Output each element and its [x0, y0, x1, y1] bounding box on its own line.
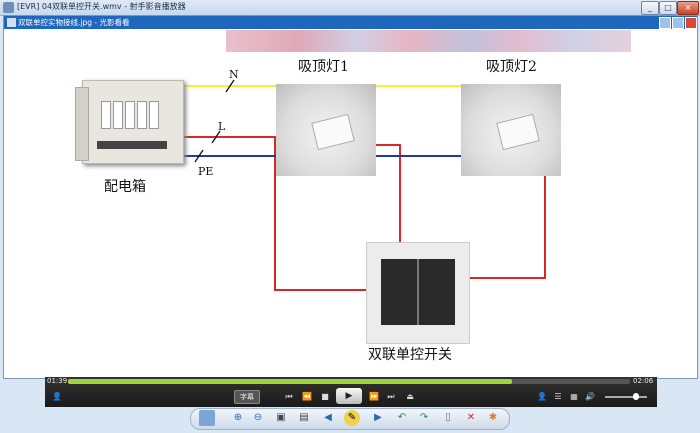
elapsed-time: 01:39 — [47, 377, 68, 385]
ceiling-lamp-2 — [461, 84, 561, 176]
player-window: [EVR] 04双联单控开关.wmv - 射手影音播放器 _ □ × 双联单控实… — [0, 0, 700, 433]
switch-panel — [381, 259, 455, 325]
prev-image-icon[interactable]: ◀ — [320, 410, 336, 426]
wire-pe-label: PE — [198, 165, 214, 178]
rotate-right-icon[interactable]: ↷ — [416, 410, 432, 426]
forward-icon[interactable]: ⏩ — [367, 390, 381, 403]
seek-bar[interactable] — [68, 379, 630, 384]
edit-icon[interactable]: ✎ — [344, 410, 360, 426]
breaker — [149, 101, 159, 129]
open-icon[interactable]: ⏏ — [403, 390, 417, 403]
grid-icon[interactable]: ▦ — [568, 390, 580, 403]
breaker — [101, 101, 111, 129]
breaker — [137, 101, 147, 129]
playlist-icon[interactable]: ☰ — [552, 390, 564, 403]
switch-label: 双联单控开关 — [368, 347, 452, 363]
rewind-icon[interactable]: ⏪ — [300, 390, 314, 403]
volume-slider[interactable] — [605, 393, 647, 400]
lamp-driver — [496, 113, 540, 151]
file-icon[interactable]: ▯ — [440, 410, 456, 426]
volume-knob[interactable] — [633, 393, 640, 400]
speaker-icon[interactable]: 🔊 — [584, 390, 596, 403]
previous-icon[interactable]: ⏮ — [282, 390, 296, 403]
next-image-icon[interactable]: ▶ — [370, 410, 386, 426]
lamp-driver — [311, 113, 355, 151]
box-door — [75, 87, 89, 161]
zoom-out-icon[interactable]: ⊖ — [250, 410, 266, 426]
actual-size-icon[interactable]: ▤ — [296, 410, 312, 426]
stop-icon[interactable]: ■ — [318, 390, 332, 403]
lamp2-label: 吸顶灯2 — [486, 59, 537, 75]
total-time: 02:06 — [633, 377, 654, 385]
play-button[interactable]: ▶ — [336, 388, 362, 404]
rotate-left-icon[interactable]: ↶ — [394, 410, 410, 426]
box-label: 配电箱 — [104, 179, 146, 195]
wiring-diagram — [150, 79, 546, 291]
breaker — [125, 101, 135, 129]
subtitle-button[interactable]: 字幕 — [234, 390, 260, 404]
fit-icon[interactable]: ▣ — [273, 410, 289, 426]
tools-icon[interactable]: ✱ — [485, 410, 501, 426]
double-switch — [366, 242, 470, 344]
lamp1-label: 吸顶灯1 — [298, 59, 349, 75]
user-icon[interactable]: 👤 — [50, 390, 64, 403]
screen-icon[interactable] — [199, 410, 215, 426]
user-icon[interactable]: 👤 — [536, 390, 548, 403]
zoom-in-icon[interactable]: ⊕ — [230, 410, 246, 426]
terminal-rail — [97, 141, 167, 149]
delete-icon[interactable]: ✕ — [463, 410, 479, 426]
wire-n-label: N — [229, 68, 239, 81]
seek-bar-fill — [68, 379, 512, 384]
next-icon[interactable]: ⏭ — [384, 390, 398, 403]
ceiling-lamp-1 — [276, 84, 376, 176]
distribution-box — [75, 80, 184, 164]
breaker — [113, 101, 123, 129]
wire-l-label: L — [218, 120, 226, 133]
